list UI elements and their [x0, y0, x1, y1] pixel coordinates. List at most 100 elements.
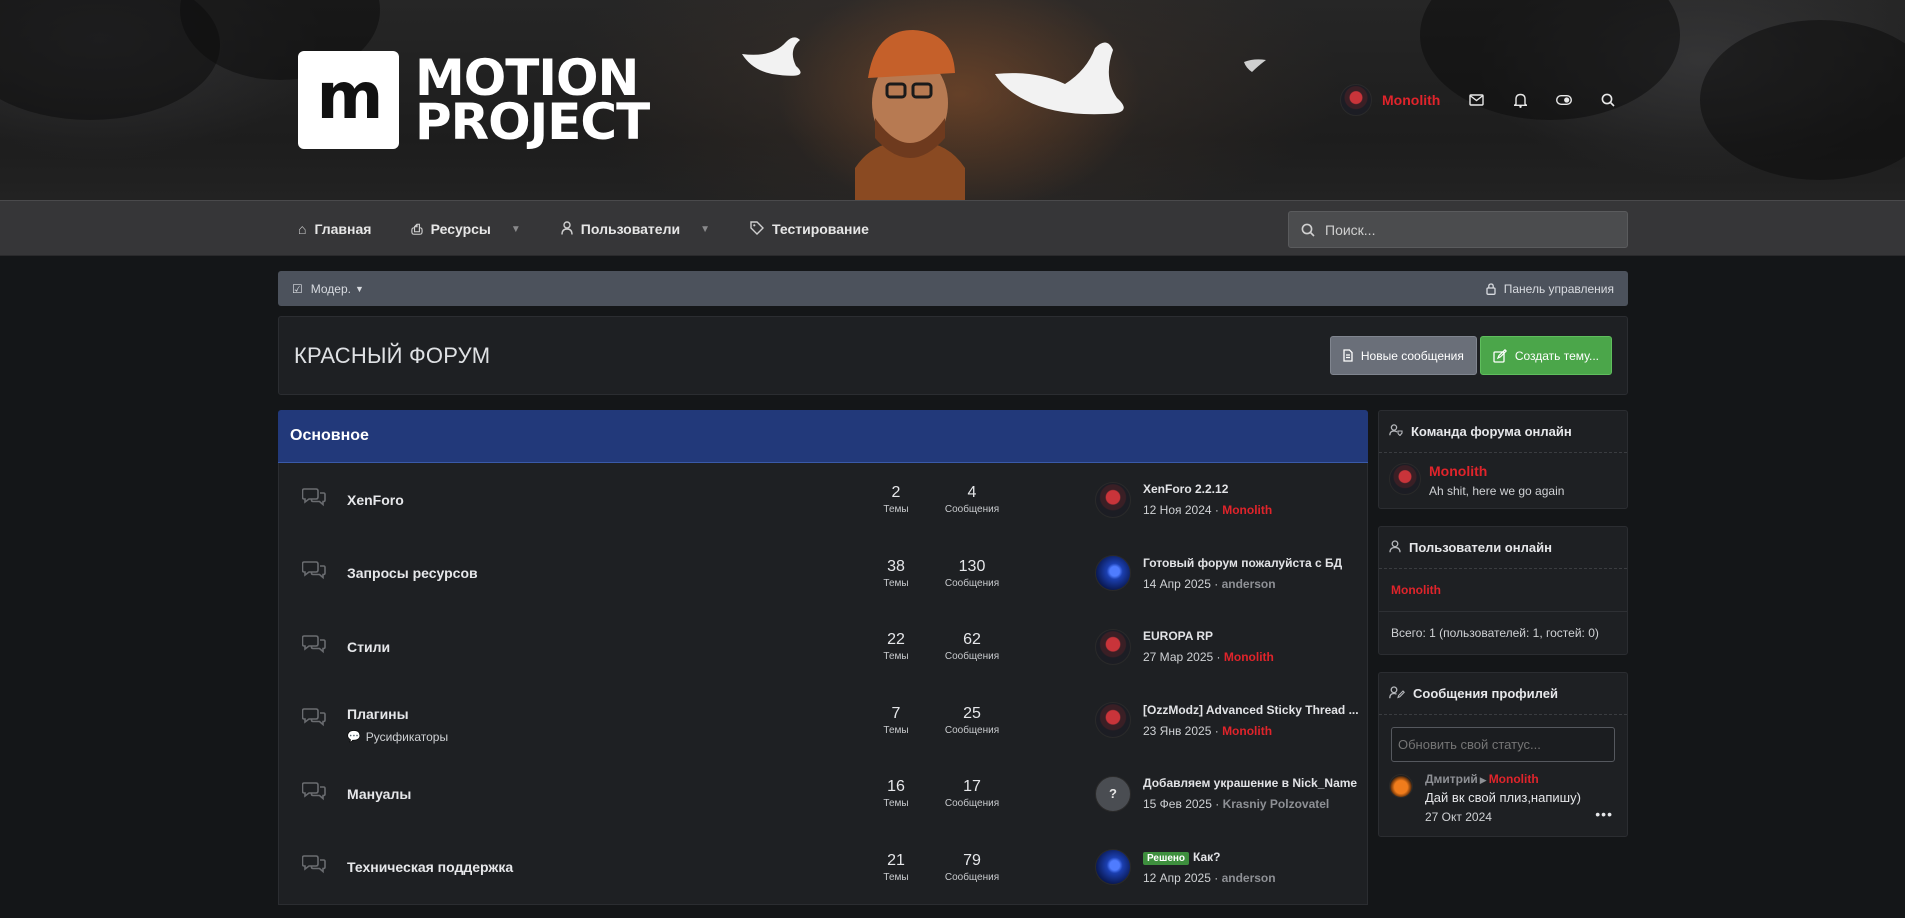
last-post-title-wrap[interactable]: Добавляем украшение в Nick_Name	[1143, 776, 1357, 790]
online-user-link[interactable]: Monolith	[1379, 569, 1627, 612]
chevron-down-icon[interactable]: ▼	[511, 224, 521, 235]
last-post-title[interactable]: [OzzModz] Advanced Sticky Thread ...	[1143, 703, 1359, 717]
status-update-input[interactable]	[1391, 727, 1615, 762]
new-posts-button[interactable]: Новые сообщения	[1329, 336, 1477, 375]
forum-title[interactable]: Стили	[347, 639, 390, 655]
post-date[interactable]: 27 Окт 2024	[1425, 810, 1581, 824]
avatar[interactable]	[1389, 774, 1413, 798]
nav-item-members[interactable]: Пользователи ▼	[561, 220, 710, 238]
more-options-icon[interactable]: •••	[1595, 806, 1613, 822]
avatar[interactable]	[1095, 702, 1131, 739]
online-total: Всего: 1 (пользователей: 1, гостей: 0)	[1391, 626, 1599, 640]
posts-label: Сообщения	[944, 504, 1000, 516]
nav-search-box[interactable]	[1288, 211, 1628, 248]
avatar[interactable]	[1095, 555, 1131, 592]
forum-threads-stat: 38 Темы	[861, 558, 931, 589]
moderator-menu[interactable]: ☑ Модер. ▼	[292, 282, 364, 296]
user-edit-icon	[1389, 685, 1405, 702]
forum-threads-stat: 2 Темы	[861, 484, 931, 515]
create-thread-button[interactable]: Создать тему...	[1479, 336, 1612, 375]
last-post-title[interactable]: XenForo 2.2.12	[1143, 482, 1228, 496]
style-toggle-button[interactable]	[1542, 81, 1586, 119]
bird-shape	[995, 42, 1124, 115]
last-post-date[interactable]: 14 Апр 2025	[1143, 577, 1211, 591]
alerts-button[interactable]	[1498, 81, 1542, 119]
page-title-bar: КРАСНЫЙ ФОРУМ Новые сообщения Создать те…	[278, 316, 1628, 395]
avatar[interactable]	[1095, 481, 1131, 518]
staff-member: Monolith Ah shit, here we go again	[1379, 453, 1627, 508]
forum-threads-stat: 16 Темы	[861, 778, 931, 809]
inbox-button[interactable]	[1454, 81, 1498, 119]
block-title: Сообщения профилей	[1413, 686, 1558, 701]
last-post-user[interactable]: Monolith	[1222, 503, 1272, 517]
last-post-title-wrap[interactable]: EUROPA RP	[1143, 629, 1274, 643]
subforum-link[interactable]: 💬 Русификаторы	[347, 730, 448, 744]
threads-count: 21	[887, 851, 905, 869]
posts-label: Сообщения	[944, 798, 1000, 810]
category-header[interactable]: Основное	[278, 410, 1368, 463]
site-logo[interactable]: m MOTION PROJECT	[298, 51, 650, 151]
nav-item-testing[interactable]: Тестирование	[750, 220, 869, 238]
avatar[interactable]	[1095, 628, 1131, 665]
last-post: Решено Как? 12 Апр 2025 · anderson	[1095, 849, 1276, 886]
posts-count: 62	[963, 631, 981, 649]
forum-title[interactable]: Запросы ресурсов	[347, 565, 478, 581]
profile-posts-block: Сообщения профилей Дмитрий▶Monolith Дай …	[1378, 672, 1628, 837]
user-icon	[1389, 539, 1401, 556]
last-post-date[interactable]: 27 Мар 2025	[1143, 650, 1213, 664]
last-post-date[interactable]: 23 Янв 2025	[1143, 724, 1211, 738]
forum-title[interactable]: Техническая поддержка	[347, 859, 513, 875]
admin-panel-link[interactable]: Панель управления	[1486, 282, 1614, 296]
avatar[interactable]	[1095, 849, 1131, 886]
post-recipient[interactable]: Monolith	[1489, 772, 1539, 786]
last-post-date[interactable]: 12 Ноя 2024	[1143, 503, 1212, 517]
block-header[interactable]: Пользователи онлайн	[1379, 527, 1627, 569]
avatar[interactable]: ?	[1095, 775, 1131, 812]
posts-count: 25	[963, 704, 981, 722]
header-banner: m MOTION PROJECT Monolith	[0, 0, 1905, 200]
logo-line-2: PROJECT	[415, 93, 650, 151]
account-link[interactable]: Monolith	[1340, 84, 1454, 116]
search-input[interactable]	[1325, 221, 1605, 238]
caret-down-icon: ▼	[355, 283, 364, 294]
bird-shape	[742, 37, 801, 76]
nav-item-resources[interactable]: ⎙ Ресурсы ▼	[411, 221, 520, 238]
forum-title[interactable]: Мануалы	[347, 786, 411, 802]
last-post-user[interactable]: Monolith	[1224, 650, 1274, 664]
last-post-title-wrap[interactable]: Готовый форум пожалуйста с БД	[1143, 556, 1342, 570]
last-post-title-wrap[interactable]: Решено Как?	[1143, 850, 1276, 865]
post-author[interactable]: Дмитрий	[1425, 772, 1478, 786]
last-post-title[interactable]: Готовый форум пожалуйста с БД	[1143, 556, 1342, 570]
last-post-date[interactable]: 15 Фев 2025	[1143, 797, 1212, 811]
chevron-down-icon[interactable]: ▼	[700, 224, 710, 235]
block-header[interactable]: Сообщения профилей	[1379, 673, 1627, 715]
threads-label: Темы	[883, 724, 909, 736]
last-post-title[interactable]: Как?	[1193, 850, 1220, 864]
threads-count: 22	[887, 631, 905, 649]
forum-row: XenForo 2 Темы 4 Сообщения XenForo 2.2.1…	[279, 463, 1367, 537]
last-post: XenForo 2.2.12 12 Ноя 2024 · Monolith	[1095, 481, 1272, 518]
avatar[interactable]	[1389, 463, 1421, 495]
forum-title[interactable]: Плагины	[347, 706, 409, 722]
header-search-button[interactable]	[1586, 81, 1630, 119]
last-post-title-wrap[interactable]: XenForo 2.2.12	[1143, 482, 1272, 496]
solved-badge: Решено	[1143, 851, 1190, 865]
last-post-title-wrap[interactable]: [OzzModz] Advanced Sticky Thread ...	[1143, 703, 1359, 717]
last-post: EUROPA RP 27 Мар 2025 · Monolith	[1095, 628, 1274, 665]
forum-chat-icon	[299, 707, 329, 733]
forum-title[interactable]: XenForo	[347, 492, 404, 508]
last-post-date[interactable]: 12 Апр 2025	[1143, 871, 1211, 885]
category-title: Основное	[290, 427, 369, 444]
last-post-title[interactable]: Добавляем украшение в Nick_Name	[1143, 776, 1357, 790]
last-post-user[interactable]: anderson	[1222, 871, 1276, 885]
last-post-user[interactable]: Krasniy Polzovatel	[1223, 797, 1330, 811]
threads-label: Темы	[883, 577, 909, 589]
nav-item-label: Главная	[314, 221, 372, 237]
block-title: Команда форума онлайн	[1411, 424, 1572, 439]
staff-username[interactable]: Monolith	[1429, 463, 1564, 479]
last-post-user[interactable]: anderson	[1222, 577, 1276, 591]
last-post-title[interactable]: EUROPA RP	[1143, 629, 1213, 643]
nav-item-home[interactable]: ⌂ Главная	[298, 221, 371, 237]
threads-count: 38	[887, 557, 905, 575]
last-post-user[interactable]: Monolith	[1222, 724, 1272, 738]
